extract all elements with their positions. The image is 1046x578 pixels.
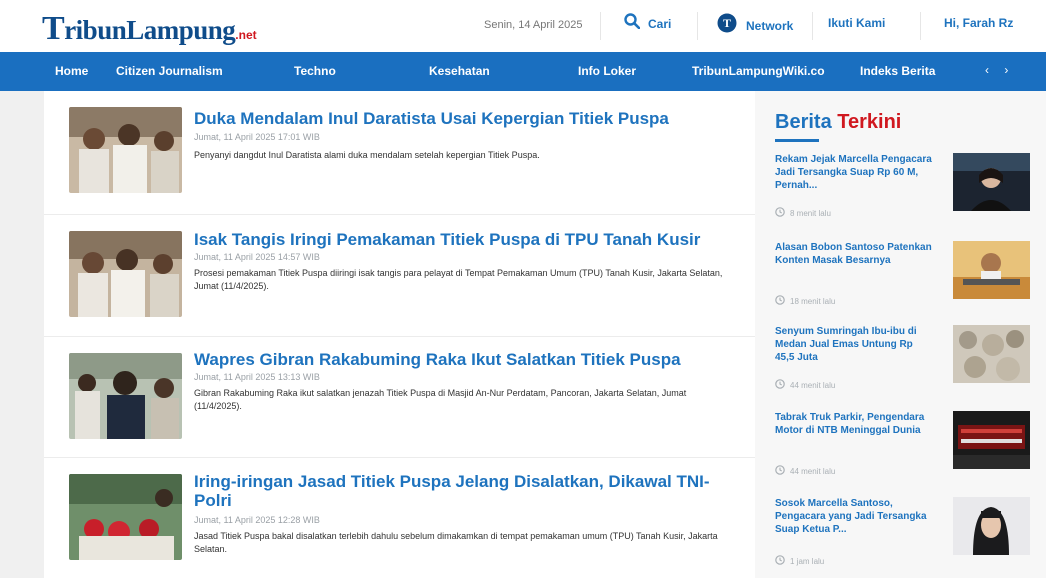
article-title[interactable]: Duka Mendalam Inul Daratista Usai Keperg… <box>194 110 734 128</box>
sidebar-news-item[interactable]: Rekam Jejak Marcella Pengacara Jadi Ters… <box>775 153 1032 225</box>
article-date: Jumat, 11 April 2025 13:13 WIB <box>194 372 320 382</box>
sidebar-news-title[interactable]: Rekam Jejak Marcella Pengacara Jadi Ters… <box>775 153 935 192</box>
divider <box>600 12 601 40</box>
nav-item-citizen-journalism[interactable]: Citizen Journalism <box>116 64 223 78</box>
site-logo[interactable]: TribunLampung.net <box>42 10 257 48</box>
sidebar-news-thumbnail[interactable] <box>953 411 1030 469</box>
nav-item-kesehatan[interactable]: Kesehatan <box>429 64 490 78</box>
clock-icon <box>775 295 785 307</box>
article-date: Jumat, 11 April 2025 14:57 WIB <box>194 252 320 262</box>
clock-icon <box>775 555 785 567</box>
article-title[interactable]: Iring-iringan Jasad Titiek Puspa Jelang … <box>194 472 734 510</box>
latest-news-sidebar: Berita Terkini Rekam Jejak Marcella Peng… <box>755 91 1046 578</box>
sidebar-news-item[interactable]: Alasan Bobon Santoso Patenkan Konten Mas… <box>775 241 1032 313</box>
nav-item-tribunlampungwiki[interactable]: TribunLampungWiki.co <box>692 64 825 78</box>
sidebar-news-thumbnail[interactable] <box>953 153 1030 211</box>
sidebar-news-time: 44 menit lalu <box>775 465 835 477</box>
follow-us-link[interactable]: Ikuti Kami <box>828 16 885 30</box>
svg-text:T: T <box>723 16 731 30</box>
article-thumbnail[interactable] <box>69 353 182 439</box>
network-label: Network <box>746 18 794 33</box>
article-thumbnail[interactable] <box>69 107 182 193</box>
search-icon <box>624 13 641 34</box>
nav-item-home[interactable]: Home <box>55 64 88 78</box>
sidebar-title-underline <box>775 139 819 142</box>
article-excerpt: Jasad Titiek Puspa bakal disalatkan terl… <box>194 531 718 554</box>
nav-item-info-loker[interactable]: Info Loker <box>578 64 636 78</box>
sidebar-title: Berita Terkini <box>775 111 902 133</box>
divider <box>920 12 921 40</box>
main-nav: Home Citizen Journalism Techno Kesehatan… <box>0 52 1046 91</box>
sidebar-news-item[interactable]: Senyum Sumringah Ibu-ibu di Medan Jual E… <box>775 325 1032 397</box>
sidebar-news-title[interactable]: Alasan Bobon Santoso Patenkan Konten Mas… <box>775 241 935 267</box>
article-thumbnail[interactable] <box>69 474 182 560</box>
nav-item-techno[interactable]: Techno <box>294 64 336 78</box>
article-excerpt: Gibran Rakabuming Raka ikut salatkan jen… <box>194 388 687 411</box>
sidebar-news-time: 44 menit lalu <box>775 379 835 391</box>
article-thumbnail[interactable] <box>69 231 182 317</box>
article-item[interactable]: Duka Mendalam Inul Daratista Usai Keperg… <box>44 91 755 214</box>
clock-icon <box>775 465 785 477</box>
nav-item-indeks-berita[interactable]: Indeks Berita <box>860 64 935 78</box>
sidebar-news-thumbnail[interactable] <box>953 241 1030 299</box>
clock-icon <box>775 379 785 391</box>
search-label: Cari <box>648 16 672 31</box>
sidebar-news-thumbnail[interactable] <box>953 497 1030 555</box>
article-date: Jumat, 11 April 2025 12:28 WIB <box>194 515 320 525</box>
top-header: TribunLampung.net Senin, 14 April 2025 C… <box>0 0 1046 52</box>
article-item[interactable]: Isak Tangis Iringi Pemakaman Titiek Pusp… <box>44 215 755 336</box>
sidebar-news-title[interactable]: Tabrak Truk Parkir, Pengendara Motor di … <box>775 411 935 437</box>
current-date: Senin, 14 April 2025 <box>484 19 583 31</box>
article-excerpt: Penyanyi dangdut Inul Daratista alami du… <box>194 150 540 160</box>
divider <box>812 12 813 40</box>
sidebar-news-time: 8 menit lalu <box>775 207 831 219</box>
sidebar-news-thumbnail[interactable] <box>953 325 1030 383</box>
divider <box>697 12 698 40</box>
article-item[interactable]: Wapres Gibran Rakabuming Raka Ikut Salat… <box>44 337 755 457</box>
article-list: Duka Mendalam Inul Daratista Usai Keperg… <box>44 91 755 578</box>
sidebar-news-time: 18 menit lalu <box>775 295 835 307</box>
search-button[interactable]: Cari <box>624 13 671 34</box>
article-title[interactable]: Isak Tangis Iringi Pemakaman Titiek Pusp… <box>194 231 734 249</box>
network-button[interactable]: T Network <box>717 13 793 38</box>
user-greeting[interactable]: Hi, Farah Rz <box>944 16 1013 30</box>
nav-scroll-arrows[interactable]: ‹ › <box>985 63 1014 77</box>
sidebar-news-title[interactable]: Senyum Sumringah Ibu-ibu di Medan Jual E… <box>775 325 935 364</box>
article-date: Jumat, 11 April 2025 17:01 WIB <box>194 132 320 142</box>
clock-icon <box>775 207 785 219</box>
article-title[interactable]: Wapres Gibran Rakabuming Raka Ikut Salat… <box>194 351 734 369</box>
sidebar-news-item[interactable]: Sosok Marcella Santoso, Pengacara yang J… <box>775 497 1032 569</box>
sidebar-news-time: 1 jam lalu <box>775 555 824 567</box>
tribun-network-icon: T <box>717 13 737 38</box>
sidebar-news-title[interactable]: Sosok Marcella Santoso, Pengacara yang J… <box>775 497 935 536</box>
article-excerpt: Prosesi pemakaman Titiek Puspa diiringi … <box>194 268 723 291</box>
article-item[interactable]: Iring-iringan Jasad Titiek Puspa Jelang … <box>44 458 755 578</box>
sidebar-news-item[interactable]: Tabrak Truk Parkir, Pengendara Motor di … <box>775 411 1032 483</box>
